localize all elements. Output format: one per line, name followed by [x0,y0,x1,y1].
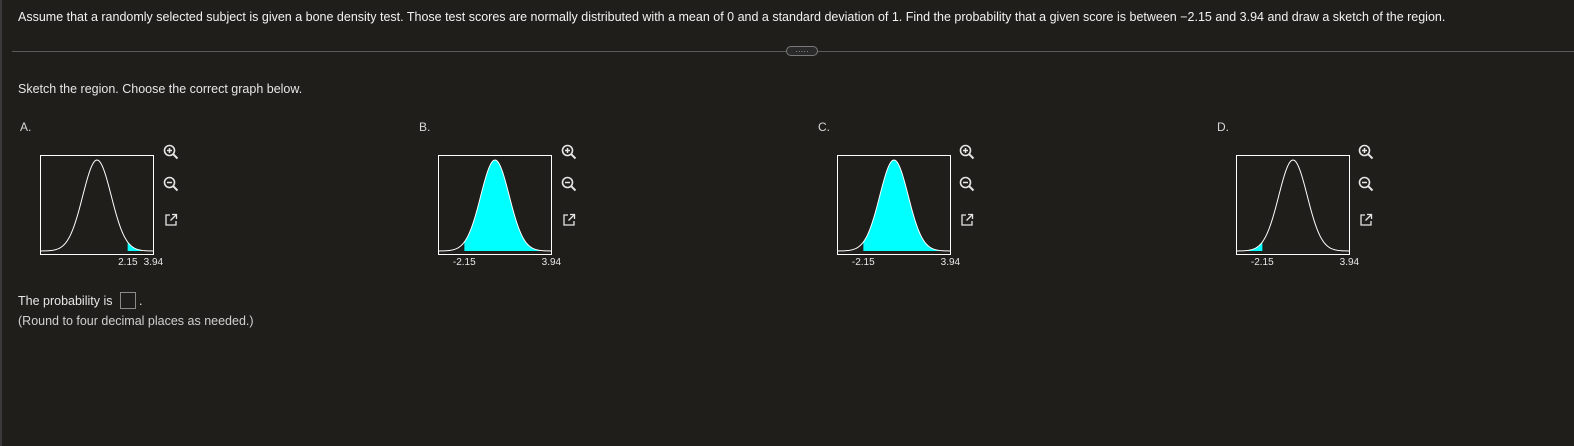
probability-period: . [139,294,143,308]
option-d-graph[interactable] [1236,155,1350,255]
option-b-tick-low: -2.15 [452,257,476,268]
expand-more-button[interactable]: ····· [786,46,818,56]
option-a-zoom-out-icon[interactable] [163,176,179,192]
option-c-zoom-out-icon[interactable] [959,176,975,192]
option-d-open-new-window-icon[interactable] [1358,212,1374,228]
option-a-open-new-window-icon[interactable] [163,212,179,228]
option-b-graph-svg [438,155,552,255]
option-d-graph-svg [1236,155,1350,255]
option-c-open-new-window-icon[interactable] [959,212,975,228]
option-c-letter[interactable]: C. [818,120,830,134]
option-c-tick-high: 3.94 [940,257,961,268]
option-d-tick-low: -2.15 [1250,257,1274,268]
option-a-normal-curve [40,159,154,252]
option-b-open-new-window-icon[interactable] [561,212,577,228]
option-b-shaded-region [464,160,552,251]
option-d-zoom-out-icon[interactable] [1358,176,1374,192]
option-d-zoom-in-icon[interactable] [1358,144,1374,160]
option-d-plot-frame [1236,155,1350,255]
option-b-tick-high: 3.94 [541,257,562,268]
option-a-plot-frame [40,155,154,255]
option-d-normal-curve [1236,159,1350,252]
option-b-graph[interactable] [438,155,552,255]
option-a-letter[interactable]: A. [20,120,31,134]
option-b-zoom-out-icon[interactable] [561,176,577,192]
option-a-graph[interactable] [40,155,154,255]
instruction-text: Sketch the region. Choose the correct gr… [18,82,303,96]
probability-answer-input[interactable] [120,292,136,309]
option-d-letter[interactable]: D. [1217,120,1229,134]
option-a-tick-low: 2.15 [118,257,138,268]
option-c-tick-low: -2.15 [851,257,875,268]
option-a-tick-high: 3.94 [143,257,164,268]
option-d-tick-high: 3.94 [1339,257,1360,268]
option-c-graph[interactable] [837,155,951,255]
rounding-hint: (Round to four decimal places as needed.… [18,314,254,328]
option-b-letter[interactable]: B. [419,120,430,134]
option-c-shaded-region [863,160,951,251]
question-text: Assume that a randomly selected subject … [18,10,1446,24]
option-b-zoom-in-icon[interactable] [561,144,577,160]
option-a-graph-svg [40,155,154,255]
option-a-zoom-in-icon[interactable] [163,144,179,160]
probability-label: The probability is [18,294,113,308]
left-edge-border [0,0,2,446]
option-c-graph-svg [837,155,951,255]
option-c-zoom-in-icon[interactable] [959,144,975,160]
